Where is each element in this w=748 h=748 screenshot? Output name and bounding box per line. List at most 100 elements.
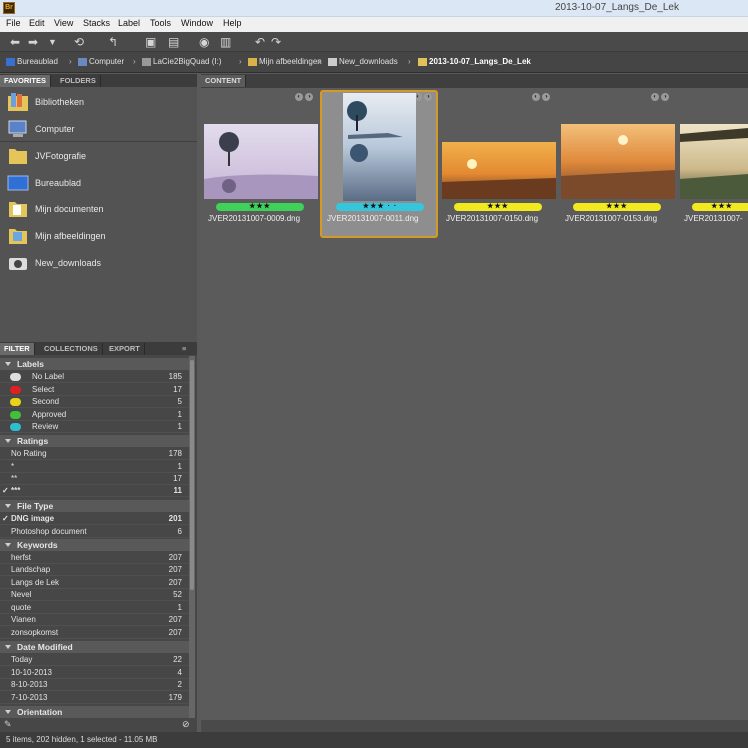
menu-help[interactable]: Help [223,18,242,28]
filter-label-row[interactable]: Review 1 [0,421,189,433]
color-label-bar[interactable]: ★★★ [454,203,542,211]
yellow-label-icon [10,398,21,406]
favorite-new-downloads[interactable]: New_downloads [0,250,197,276]
filter-date-row[interactable]: 10-10-2013 4 [0,667,189,679]
section-labels[interactable]: Labels [0,358,189,370]
filter-keyword-row[interactable]: herfst 207 [0,552,189,564]
filter-name: Approved [32,410,67,419]
tab-favorites[interactable]: FAVORITES [0,75,51,87]
filter-label-row[interactable]: Second 5 [0,396,189,408]
filter-rating-row-checked[interactable]: ✓ *** 11 [0,485,189,497]
favorite-computer[interactable]: Computer [0,116,197,142]
filter-filetype-row-checked[interactable]: ✓ DNG image 201 [0,513,189,525]
rotate-right-icon[interactable]: ↷ [271,35,281,49]
favorite-mijn-afbeeldingen[interactable]: Mijn afbeeldingen [0,223,197,249]
refine-icon[interactable]: ▤ [168,35,179,49]
pin-icon[interactable]: ✎ [4,719,12,730]
back-arrow-icon[interactable]: ⬅ [10,35,20,49]
filter-label-row[interactable]: Approved 1 [0,409,189,421]
keyword-icon: ◑ [661,93,669,101]
filter-keyword-row[interactable]: Nevel 52 [0,589,189,601]
crumb-mijn-afbeeldingen[interactable]: Mijn afbeeldingen [248,57,322,66]
clear-filter-icon[interactable]: ⊘ [182,719,190,730]
color-label-bar[interactable]: ★★★ [692,203,748,211]
rotate-left-icon[interactable]: ↶ [255,35,265,49]
favorite-bibliotheken[interactable]: Bibliotheken [0,89,197,115]
filter-scrollbar[interactable] [189,356,195,718]
filter-name: zonsopkomst [11,628,59,637]
filter-name: Langs de Lek [11,578,60,587]
history-dropdown-icon[interactable]: ▼ [48,35,57,49]
menu-edit[interactable]: Edit [29,18,45,28]
thumbnail-item[interactable]: ◐ ◑ ★★★ JVER20131007-0150.dng [440,90,558,238]
photo-thumbnail [343,93,416,201]
bridge-app-icon: Br [3,2,15,14]
menu-stacks[interactable]: Stacks [83,18,110,28]
section-orientation[interactable]: Orientation [0,706,189,718]
filter-date-row[interactable]: 7-10-2013 179 [0,692,189,704]
favorite-mijn-documenten[interactable]: Mijn documenten [0,196,197,222]
photo-thumbnail [204,124,318,199]
folder-icon [418,57,427,66]
menu-file[interactable]: File [6,18,21,28]
tab-folders[interactable]: FOLDERS [56,75,101,87]
return-to-photoshop-icon[interactable]: ↰ [108,35,118,49]
filter-rating-row[interactable]: No Rating 178 [0,448,189,460]
crumb-current-folder[interactable]: 2013-10-07_Langs_De_Lek [418,57,531,66]
color-label-bar[interactable]: ★★★ · · [336,203,424,211]
tab-collections[interactable]: COLLECTIONS [40,343,103,355]
forward-arrow-icon[interactable]: ➡ [28,35,38,49]
thumbnail-item[interactable]: ★★★ JVER20131007- [678,90,748,238]
favorite-bureaublad[interactable]: Bureaublad [0,170,197,196]
filter-date-row[interactable]: 8-10-2013 2 [0,679,189,691]
camera-icon [9,258,27,270]
scrollbar-thumb[interactable] [190,360,194,590]
filter-rating-row[interactable]: * 1 [0,461,189,473]
crumb-computer[interactable]: Computer [78,57,124,66]
filter-label-row[interactable]: Select 17 [0,384,189,396]
reveal-recent-icon[interactable]: ⟲ [74,35,84,49]
tab-filter[interactable]: FILTER [0,343,35,355]
filter-filetype-row[interactable]: Photoshop document 6 [0,526,189,538]
thumbnail-item[interactable]: ◐ ◑ ★★★ JVER20131007-0009.dng [202,90,320,238]
panel-menu-icon[interactable]: ≡ [178,343,190,355]
filter-keyword-row[interactable]: zonsopkomst 207 [0,627,189,639]
thumbnail-badges: ◐ ◑ [532,93,550,101]
section-ratings[interactable]: Ratings [0,435,189,447]
color-label-bar[interactable]: ★★★ [216,203,304,211]
filter-rating-row[interactable]: ** 17 [0,473,189,485]
favorite-jvfotografie[interactable]: JVFotografie [0,143,197,169]
section-keywords[interactable]: Keywords [0,539,189,551]
camera-raw-icon: ◐ [651,93,659,101]
filter-keyword-row[interactable]: Landschap 207 [0,564,189,576]
filter-date-row[interactable]: Today 22 [0,654,189,666]
blue-label-icon [10,423,21,431]
filter-name: 8-10-2013 [11,680,48,689]
section-file-type[interactable]: File Type [0,500,189,512]
color-label-bar[interactable]: ★★★ [573,203,661,211]
folder-icon [9,149,27,164]
section-date-modified[interactable]: Date Modified [0,641,189,653]
filter-count: 1 [177,462,182,471]
filter-keyword-row[interactable]: Vianen 207 [0,614,189,626]
checkmark-icon: ✓ [2,486,9,495]
menu-view[interactable]: View [54,18,73,28]
menu-window[interactable]: Window [181,18,213,28]
open-in-camera-raw-icon[interactable]: ◉ [199,35,209,49]
output-icon[interactable]: ▥ [220,35,231,49]
menu-tools[interactable]: Tools [150,18,171,28]
toolbar: ⬅ ➡ ▼ ⟲ ↰ ▣ ▤ ◉ ▥ ↶ ↷ [0,32,748,52]
crumb-bureaublad[interactable]: Bureaublad [6,57,58,66]
filter-keyword-row[interactable]: quote 1 [0,602,189,614]
menu-label[interactable]: Label [118,18,140,28]
tab-content[interactable]: CONTENT [201,75,247,87]
thumbnail-item[interactable]: ◐ ◑ ★★★ JVER20131007-0153.dng [559,90,677,238]
crumb-drive[interactable]: LaCie2BigQuad (I:) [142,57,221,66]
content-horizontal-scrollbar[interactable] [201,720,748,732]
tab-export[interactable]: EXPORT [105,343,145,355]
filter-label-row[interactable]: No Label 185 [0,371,189,383]
crumb-new-downloads[interactable]: New_downloads [328,57,398,66]
camera-download-icon[interactable]: ▣ [145,35,156,49]
thumbnail-item-selected[interactable]: ◐ ◑ ★★★ · · JVER20131007-0011.dng [320,90,438,238]
filter-keyword-row[interactable]: Langs de Lek 207 [0,577,189,589]
